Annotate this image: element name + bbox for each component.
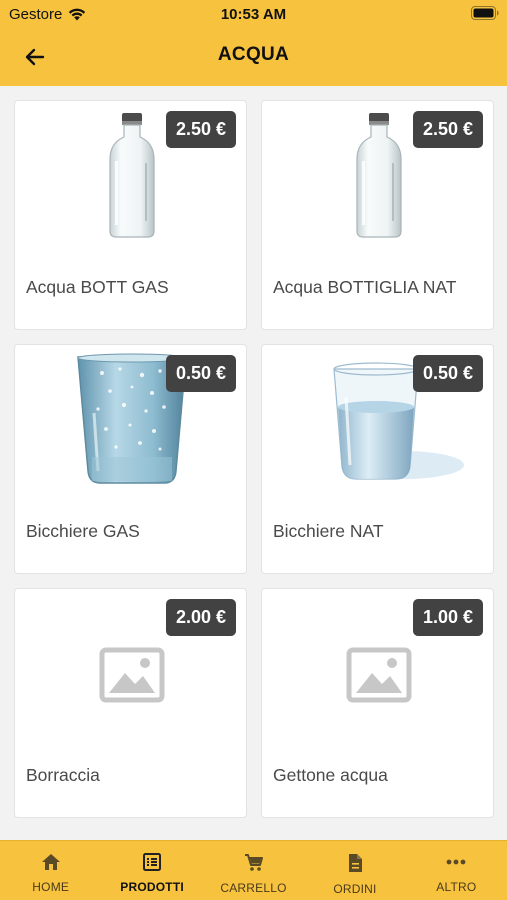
tab-label: CARRELLO: [220, 881, 287, 895]
product-card[interactable]: 2.50 € Acqua BOTTIGLIA NAT: [261, 100, 494, 330]
app-header: Gestore 10:53 AM ACQUA: [0, 0, 507, 86]
product-grid: 2.50 € Acqua BOTT GAS 2.50 € Acqua BOTTI…: [14, 100, 494, 818]
more-icon: [446, 859, 466, 865]
tab-cart[interactable]: CARRELLO: [203, 841, 304, 900]
image-placeholder-icon: [346, 647, 411, 703]
tab-label: ORDINI: [333, 882, 377, 896]
price-badge: 0.50 €: [165, 355, 236, 392]
document-icon: [348, 854, 362, 872]
product-list-icon: [143, 853, 162, 871]
price-badge: 1.00 €: [412, 599, 483, 636]
product-name: Bicchiere NAT: [273, 521, 384, 541]
status-time: 10:53 AM: [220, 6, 287, 23]
product-card[interactable]: 2.50 € Acqua BOTT GAS: [14, 100, 247, 330]
tab-products[interactable]: PRODOTTI: [101, 841, 202, 900]
tab-orders[interactable]: ORDINI: [304, 841, 405, 900]
tab-label: PRODOTTI: [120, 880, 184, 894]
product-card[interactable]: 2.00 € Borraccia: [14, 588, 247, 818]
image-placeholder-icon: [99, 647, 164, 703]
price-badge: 2.50 €: [165, 111, 236, 148]
product-card[interactable]: 0.50 € Bicchiere GAS: [14, 344, 247, 574]
tab-home[interactable]: HOME: [0, 841, 101, 900]
cart-icon: [244, 854, 263, 871]
bottom-tab-bar: HOME PRODOTTI CARRELLO ORDINI ALTRO: [0, 840, 507, 900]
product-name: Acqua BOTT GAS: [26, 277, 169, 297]
page-title: ACQUA: [217, 44, 290, 65]
product-name: Gettone acqua: [273, 765, 388, 785]
glass-bottle-image: [355, 113, 402, 238]
product-card[interactable]: 1.00 € Gettone acqua: [261, 588, 494, 818]
price-badge: 2.00 €: [165, 599, 236, 636]
tab-label: HOME: [32, 880, 70, 894]
status-bar: Gestore 10:53 AM: [0, 0, 507, 30]
home-icon: [41, 854, 60, 870]
product-card[interactable]: 0.50 € Bicchiere NAT: [261, 344, 494, 574]
product-name: Bicchiere GAS: [26, 521, 140, 541]
product-name: Borraccia: [26, 765, 100, 785]
title-bar: ACQUA: [0, 30, 507, 82]
product-name: Acqua BOTTIGLIA NAT: [273, 277, 457, 297]
battery-icon: [471, 6, 499, 24]
tab-more[interactable]: ALTRO: [406, 841, 507, 900]
tab-label: ALTRO: [436, 880, 477, 894]
price-badge: 0.50 €: [412, 355, 483, 392]
glass-bottle-image: [108, 113, 155, 238]
price-badge: 2.50 €: [412, 111, 483, 148]
